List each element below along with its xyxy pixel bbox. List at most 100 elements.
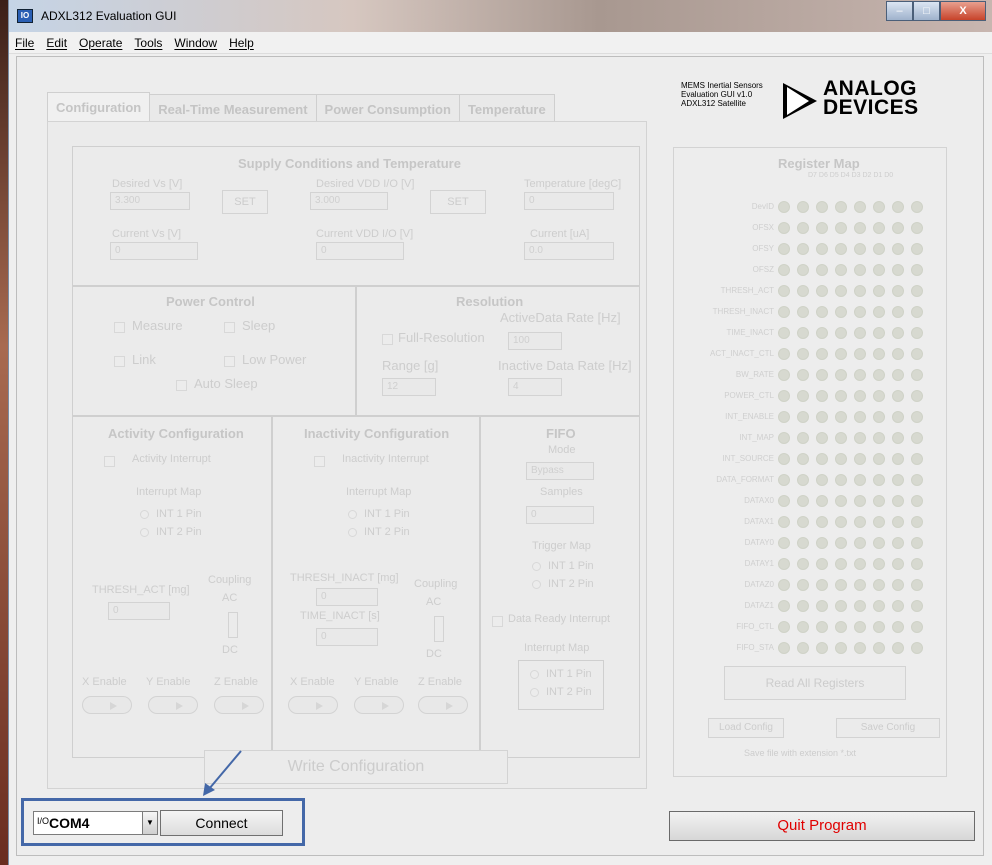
register-row: TIME_INACT (674, 326, 948, 342)
tab-power[interactable]: Power Consumption (315, 94, 460, 122)
inactivity-coupling-toggle[interactable] (434, 616, 444, 642)
register-bit-led-icon (835, 264, 847, 276)
desired-vddio-input[interactable]: 3.000 (310, 192, 388, 210)
register-bit-led-icon (873, 285, 885, 297)
save-config-button[interactable]: Save Config (836, 718, 940, 738)
inactivity-title: Inactivity Configuration (304, 426, 450, 441)
connect-button[interactable]: Connect (160, 810, 283, 836)
register-row: OFSZ (674, 263, 948, 279)
auto-sleep-checkbox[interactable] (176, 380, 187, 391)
measure-checkbox[interactable] (114, 322, 125, 333)
low-power-checkbox[interactable] (224, 356, 235, 367)
register-row: DATAY0 (674, 536, 948, 552)
full-resolution-checkbox[interactable] (382, 334, 393, 345)
register-bit-led-icon (911, 495, 923, 507)
register-bit-led-icon (892, 621, 904, 633)
inactivity-y-label: Y Enable (354, 676, 399, 688)
register-bit-led-icon (892, 201, 904, 213)
inactivity-int2-radio[interactable] (348, 528, 357, 537)
set-vddio-button[interactable]: SET (430, 190, 486, 214)
inactivity-map-label: Interrupt Map (346, 486, 412, 498)
register-bit-led-icon (911, 411, 923, 423)
inactivity-int1-label: INT 1 Pin (364, 508, 410, 520)
register-row: DATA_FORMAT (674, 473, 948, 489)
register-bit-led-icon (854, 474, 866, 486)
time-inact-input[interactable]: 0 (316, 628, 378, 646)
activity-z-toggle[interactable] (214, 696, 264, 714)
menu-operate[interactable]: Operate (79, 36, 122, 50)
com-port-select[interactable]: I/O COM4 ▼ (33, 811, 158, 835)
activity-x-toggle[interactable] (82, 696, 132, 714)
register-bit-led-icon (892, 411, 904, 423)
link-checkbox[interactable] (114, 356, 125, 367)
register-bit-led-icon (854, 558, 866, 570)
activity-y-toggle[interactable] (148, 696, 198, 714)
register-bit-led-icon (911, 537, 923, 549)
active-rate-select[interactable]: 100 (508, 332, 562, 350)
inactivity-x-toggle[interactable] (288, 696, 338, 714)
register-row: DATAX0 (674, 494, 948, 510)
register-bit-led-icon (816, 285, 828, 297)
inactivity-ac-label: AC (426, 596, 442, 608)
activity-coupling-toggle[interactable] (228, 612, 238, 638)
register-bit-led-icon (835, 390, 847, 402)
sleep-checkbox[interactable] (224, 322, 235, 333)
set-vs-button[interactable]: SET (222, 190, 268, 214)
register-bit-led-icon (778, 201, 790, 213)
resolution-title: Resolution (456, 294, 524, 309)
menu-help[interactable]: Help (229, 36, 254, 50)
register-row: DevID (674, 200, 948, 216)
range-select[interactable]: 12 (382, 378, 436, 396)
map-int2-radio[interactable] (530, 688, 539, 697)
fifo-samples-input[interactable]: 0 (526, 506, 594, 524)
tab-configuration[interactable]: Configuration (47, 92, 151, 122)
chevron-down-icon[interactable]: ▼ (142, 811, 158, 835)
activity-ac-label: AC (222, 592, 238, 604)
trigger-int2-radio[interactable] (532, 580, 541, 589)
inactive-rate-select[interactable]: 4 (508, 378, 562, 396)
register-bit-led-icon (797, 222, 809, 234)
brand-text: ANALOG DEVICES (823, 77, 919, 119)
data-ready-checkbox[interactable] (492, 616, 503, 627)
register-bit-led-icon (816, 390, 828, 402)
maximize-button[interactable]: □ (913, 1, 940, 21)
thresh-act-input[interactable]: 0 (108, 602, 170, 620)
activity-int1-radio[interactable] (140, 510, 149, 519)
map-int1-radio[interactable] (530, 670, 539, 679)
register-bit-led-icon (854, 432, 866, 444)
menu-tools[interactable]: Tools (134, 36, 162, 50)
activity-interrupt-checkbox[interactable] (104, 456, 115, 467)
read-all-registers-button[interactable]: Read All Registers (724, 666, 906, 700)
minimize-button[interactable]: – (886, 1, 913, 21)
menu-file[interactable]: File (15, 36, 34, 50)
register-label: THRESH_INACT (712, 307, 774, 316)
thresh-inact-input[interactable]: 0 (316, 588, 378, 606)
menu-window[interactable]: Window (174, 36, 217, 50)
com-port-value: COM4 (49, 815, 90, 831)
quit-program-button[interactable]: Quit Program (669, 811, 975, 841)
close-button[interactable]: X (940, 1, 986, 21)
inactivity-interrupt-checkbox[interactable] (314, 456, 325, 467)
register-bit-led-icon (816, 516, 828, 528)
menu-edit[interactable]: Edit (46, 36, 67, 50)
logo-block: MEMS Inertial Sensors Evaluation GUI v1.0… (681, 77, 981, 121)
activity-int2-radio[interactable] (140, 528, 149, 537)
desired-vs-input[interactable]: 3.300 (110, 192, 190, 210)
load-config-button[interactable]: Load Config (708, 718, 784, 738)
register-bit-led-icon (816, 264, 828, 276)
trigger-int1-radio[interactable] (532, 562, 541, 571)
inactivity-int1-radio[interactable] (348, 510, 357, 519)
register-bit-led-icon (873, 201, 885, 213)
register-bit-led-icon (911, 474, 923, 486)
inactivity-y-toggle[interactable] (354, 696, 404, 714)
register-bit-led-icon (854, 327, 866, 339)
register-label: OFSZ (752, 265, 774, 274)
fifo-mode-select[interactable]: Bypass (526, 462, 594, 480)
inactivity-z-toggle[interactable] (418, 696, 468, 714)
register-label: DevID (751, 202, 774, 211)
register-bit-led-icon (778, 600, 790, 612)
tab-temperature[interactable]: Temperature (458, 94, 555, 122)
configuration-panel: Supply Conditions and Temperature Desire… (47, 121, 647, 789)
register-label: DATAZ0 (744, 580, 774, 589)
tab-real-time[interactable]: Real-Time Measurement (149, 94, 317, 122)
